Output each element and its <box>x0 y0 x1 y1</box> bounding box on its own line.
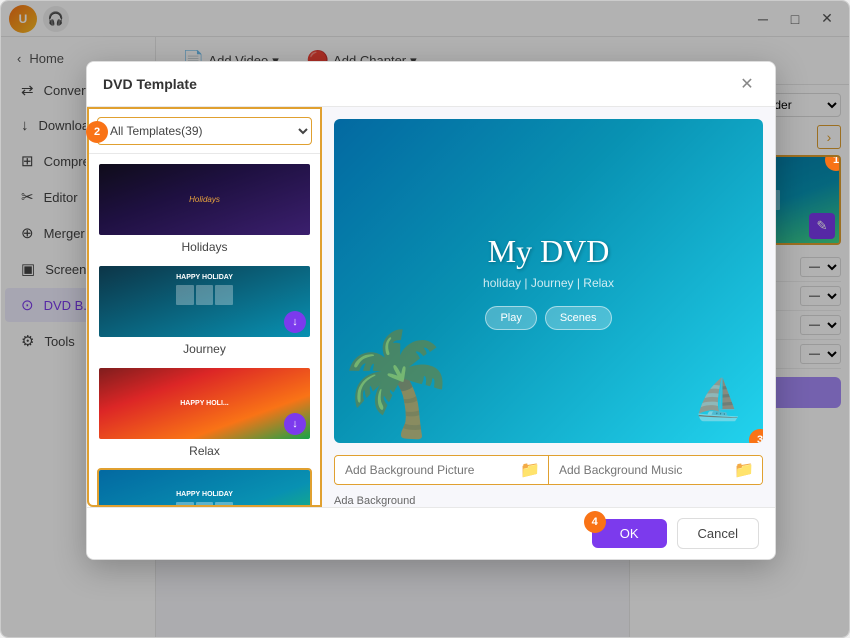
ok-button-wrapper: OK 4 <box>592 519 667 548</box>
modal-close-button[interactable]: ✕ <box>735 72 759 96</box>
preview-subtitle: holiday | Journey | Relax <box>483 276 614 290</box>
journey-thumb-img: HAPPY HOLIDAY <box>99 266 310 337</box>
seaside-thumb-img: HAPPY HOLIDAY <box>99 470 310 505</box>
relax-thumb-img: HAPPY HOLI... <box>99 368 310 439</box>
badge-4: 4 <box>584 511 606 533</box>
modal-footer: OK 4 Cancel <box>87 507 775 559</box>
template-filter: All Templates(39) ◄ <box>89 109 320 154</box>
template-label-relax: Relax <box>97 444 312 458</box>
ada-background-label: Ada Background <box>322 495 775 507</box>
modal-title: DVD Template <box>103 76 197 92</box>
modal-overlay: DVD Template ✕ All Templates(39) ◄ <box>1 1 849 637</box>
template-thumb-seaside: HAPPY HOLIDAY <box>97 468 312 505</box>
download-badge-journey: ↓ <box>284 311 306 333</box>
template-filter-select[interactable]: All Templates(39) <box>97 117 312 145</box>
palm-decoration: 🌴 <box>334 326 459 443</box>
big-preview: 🌴 ⛵ My DVD holiday | Journey | Relax Pla… <box>334 119 763 443</box>
template-preview-panel: 🌴 ⛵ My DVD holiday | Journey | Relax Pla… <box>322 107 775 507</box>
app-window: U 🎧 ─ □ ✕ ‹ Home ⇄ Converter ↓ Downloade… <box>0 0 850 638</box>
bg-music-folder-button[interactable]: 📁 <box>726 456 762 484</box>
preview-play-button[interactable]: Play <box>485 306 536 330</box>
bg-inputs-container: 📁 📁 Ada Background <box>322 455 775 507</box>
holidays-thumb-img: Holidays <box>99 164 310 235</box>
template-list-panel: All Templates(39) ◄ Holidays <box>87 107 322 507</box>
badge-3: 3 <box>749 429 763 443</box>
preview-title: My DVD <box>483 233 614 270</box>
template-thumb-journey: HAPPY HOLIDAY ↓ <box>97 264 312 339</box>
template-label-holidays: Holidays <box>97 240 312 254</box>
template-items: Holidays Holidays HAPPY HOLIDAY <box>89 154 320 505</box>
dvd-template-modal: DVD Template ✕ All Templates(39) ◄ <box>86 61 776 560</box>
template-item-holidays[interactable]: Holidays Holidays <box>97 162 312 254</box>
cancel-button[interactable]: Cancel <box>677 518 759 549</box>
bg-inputs: 📁 📁 <box>334 455 763 485</box>
preview-content: My DVD holiday | Journey | Relax Play Sc… <box>483 233 614 330</box>
template-item-relax[interactable]: HAPPY HOLI... ↓ Relax <box>97 366 312 458</box>
bg-picture-folder-button[interactable]: 📁 <box>512 456 548 484</box>
bg-picture-input[interactable] <box>335 457 512 483</box>
modal-header: DVD Template ✕ <box>87 62 775 107</box>
template-thumb-holidays: Holidays <box>97 162 312 237</box>
template-thumb-relax: HAPPY HOLI... ↓ <box>97 366 312 441</box>
template-item-seaside[interactable]: HAPPY HOLIDAY Seaside <box>97 468 312 505</box>
preview-buttons: Play Scenes <box>483 306 614 330</box>
download-badge-relax: ↓ <box>284 413 306 435</box>
bg-music-input[interactable] <box>549 457 726 483</box>
template-item-journey[interactable]: HAPPY HOLIDAY ↓ <box>97 264 312 356</box>
modal-body: All Templates(39) ◄ Holidays <box>87 107 775 507</box>
preview-scenes-button[interactable]: Scenes <box>545 306 612 330</box>
badge-2: 2 <box>86 121 108 143</box>
boat-decoration: ⛵ <box>693 376 743 423</box>
template-label-journey: Journey <box>97 342 312 356</box>
